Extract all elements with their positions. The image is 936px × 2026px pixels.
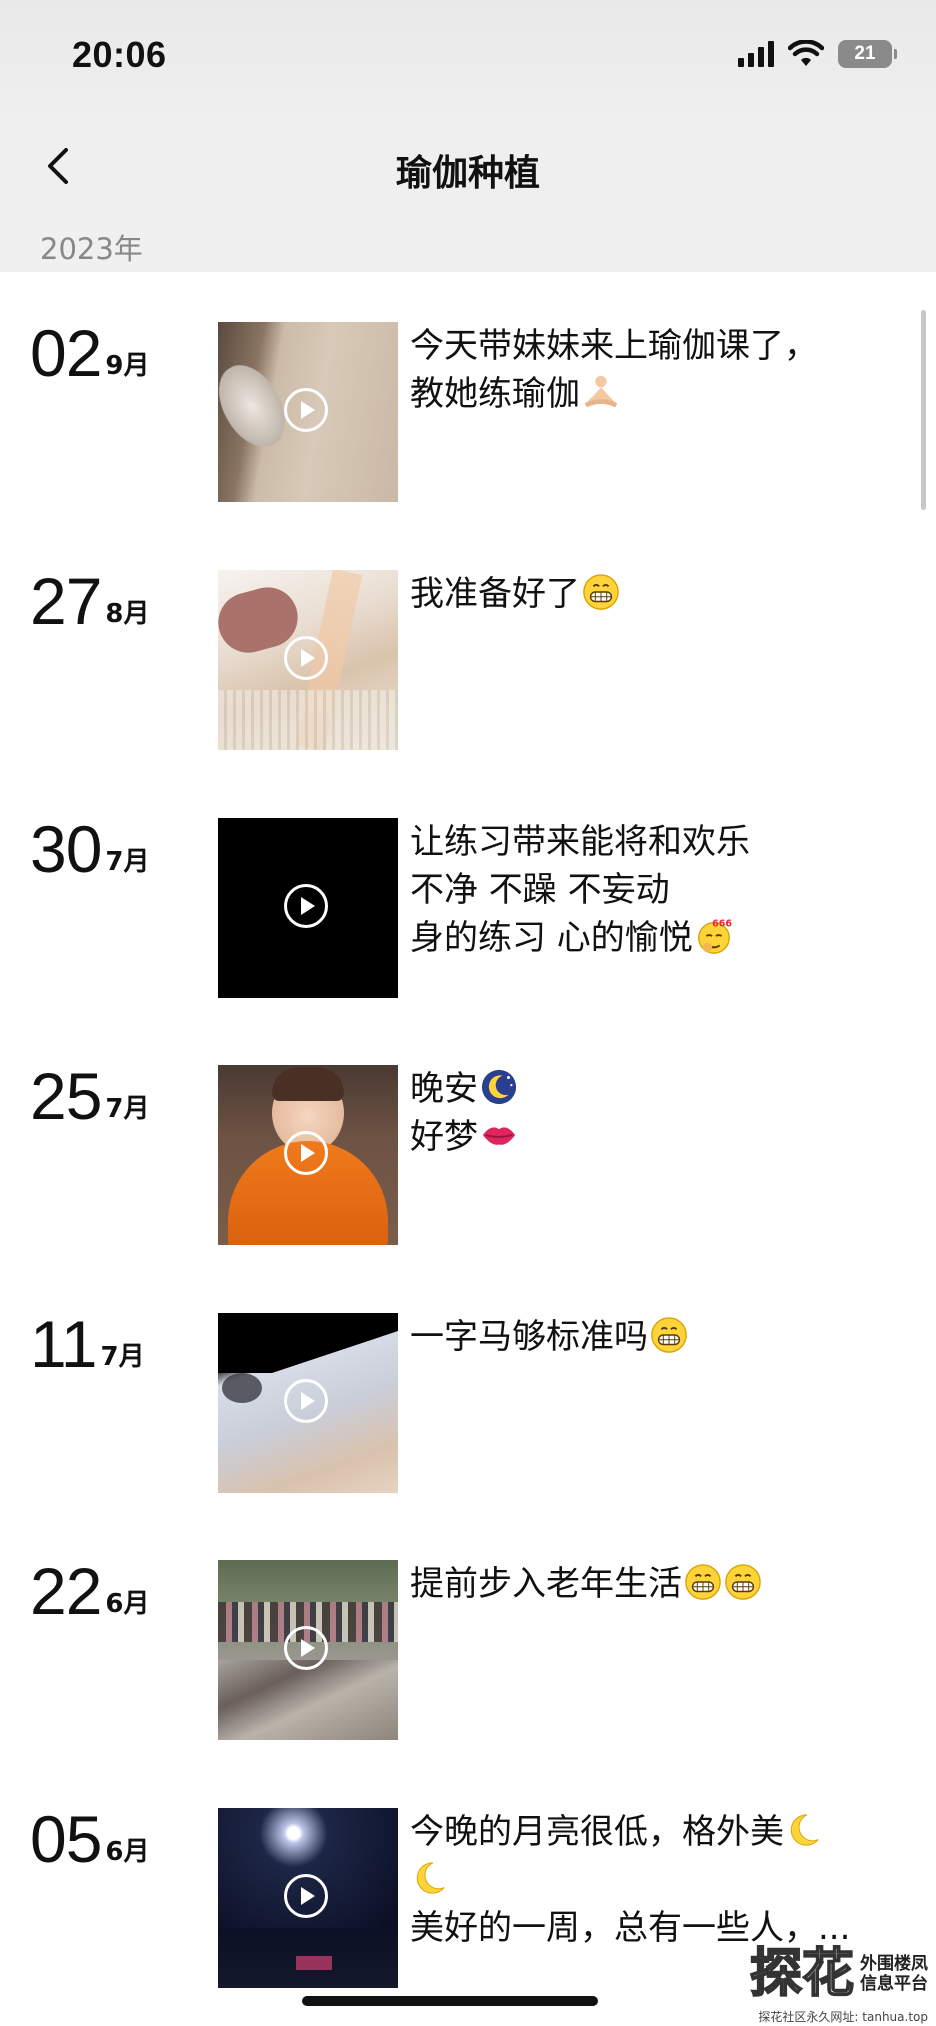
video-thumbnail[interactable] bbox=[218, 570, 398, 750]
caption-line: 让练习带来能将和欢乐 bbox=[410, 822, 750, 862]
video-thumbnail[interactable] bbox=[218, 322, 398, 502]
meditation-emoji bbox=[584, 375, 618, 408]
moon-emoji bbox=[481, 1069, 517, 1105]
post-date: 25 7月 bbox=[30, 1063, 150, 1129]
status-icons: 21 bbox=[738, 40, 897, 68]
watermark-line: 外围楼凤 bbox=[860, 1954, 928, 1974]
year-label: 2023年 bbox=[40, 232, 143, 266]
crescent-moon-emoji bbox=[416, 1862, 445, 1894]
watermark-logo: 探花 bbox=[749, 1944, 855, 2004]
video-thumbnail[interactable] bbox=[218, 818, 398, 998]
caption-line: 提前步入老年生活 bbox=[410, 1564, 682, 1604]
post-date: 02 9月 bbox=[30, 320, 150, 386]
caption-line: 身的练习 心的愉悦 bbox=[410, 918, 693, 958]
play-icon bbox=[284, 1874, 328, 1918]
play-icon bbox=[284, 1379, 328, 1423]
play-icon bbox=[284, 1626, 328, 1670]
post-item[interactable]: 30 7月 让练习带来能将和欢乐 不净 不躁 不妄动 身的练习 心的愉悦 666 bbox=[0, 816, 936, 1018]
post-item[interactable]: 02 9月 今天带妹妹来上瑜伽课了， 教她练瑜伽 bbox=[0, 320, 936, 522]
caption-line: 今晚的月亮很低，格外美 bbox=[410, 1812, 784, 1852]
post-caption: 我准备好了 bbox=[410, 570, 910, 618]
post-date: 11 7月 bbox=[30, 1311, 145, 1377]
crescent-moon-emoji bbox=[790, 1814, 819, 1846]
watermark-line: 信息平台 bbox=[860, 1974, 928, 1994]
post-date: 22 6月 bbox=[30, 1558, 150, 1624]
lips-emoji bbox=[482, 1127, 516, 1145]
post-day: 27 bbox=[30, 564, 102, 638]
grin-emoji bbox=[685, 1564, 721, 1600]
grin-emoji bbox=[651, 1317, 687, 1353]
caption-line: 今天带妹妹来上瑜伽课了， bbox=[410, 326, 818, 366]
play-icon bbox=[284, 636, 328, 680]
caption-line: 一字马够标准吗 bbox=[410, 1317, 648, 1357]
post-day: 05 bbox=[30, 1802, 102, 1876]
post-item[interactable]: 22 6月 提前步入老年生活 bbox=[0, 1558, 936, 1760]
post-day: 30 bbox=[30, 812, 102, 886]
post-day: 25 bbox=[30, 1059, 102, 1133]
status-bar: 20:06 21 bbox=[0, 0, 936, 120]
video-thumbnail[interactable] bbox=[218, 1065, 398, 1245]
play-icon bbox=[284, 1131, 328, 1175]
post-caption: 今晚的月亮很低，格外美 美好的一周，总有一些人，... bbox=[410, 1808, 910, 1952]
post-date: 05 6月 bbox=[30, 1806, 150, 1872]
battery-icon: 21 bbox=[838, 40, 897, 68]
home-indicator[interactable] bbox=[302, 1996, 598, 2006]
post-month: 7月 bbox=[105, 1094, 150, 1124]
page-title: 瑜伽种植 bbox=[395, 153, 540, 194]
wifi-icon bbox=[788, 40, 824, 66]
clock: 20:06 bbox=[72, 34, 167, 75]
post-caption: 晚安 好梦 bbox=[410, 1065, 910, 1161]
watermark: 探花 外围楼凤 信息平台 bbox=[749, 1944, 928, 2004]
post-item[interactable]: 11 7月 一字马够标准吗 bbox=[0, 1311, 936, 1513]
video-thumbnail[interactable] bbox=[218, 1808, 398, 1988]
post-month: 6月 bbox=[105, 1837, 150, 1867]
caption-line: 好梦 bbox=[410, 1117, 478, 1157]
caption-line: 不净 不躁 不妄动 bbox=[410, 870, 670, 910]
signal-icon bbox=[738, 41, 774, 67]
post-date: 27 8月 bbox=[30, 568, 150, 634]
666-emoji: 666 bbox=[697, 919, 732, 954]
post-caption: 让练习带来能将和欢乐 不净 不躁 不妄动 身的练习 心的愉悦 666 bbox=[410, 818, 910, 962]
video-thumbnail[interactable] bbox=[218, 1560, 398, 1740]
caption-line: 我准备好了 bbox=[410, 574, 580, 614]
play-icon bbox=[284, 388, 328, 432]
video-thumbnail[interactable] bbox=[218, 1313, 398, 1493]
grin-emoji bbox=[725, 1564, 761, 1600]
svg-text:666: 666 bbox=[712, 919, 732, 930]
post-month: 9月 bbox=[105, 351, 150, 381]
caption-line: 教她练瑜伽 bbox=[410, 374, 580, 414]
post-day: 02 bbox=[30, 316, 102, 390]
post-month: 8月 bbox=[105, 599, 150, 629]
post-month: 7月 bbox=[100, 1342, 145, 1372]
grin-emoji bbox=[583, 574, 619, 610]
play-icon bbox=[284, 884, 328, 928]
post-caption: 今天带妹妹来上瑜伽课了， 教她练瑜伽 bbox=[410, 322, 910, 418]
post-caption: 一字马够标准吗 bbox=[410, 1313, 910, 1361]
post-day: 22 bbox=[30, 1554, 102, 1628]
post-date: 30 7月 bbox=[30, 816, 150, 882]
post-day: 11 bbox=[30, 1307, 98, 1381]
watermark-text: 外围楼凤 信息平台 bbox=[860, 1954, 928, 1994]
post-item[interactable]: 25 7月 晚安 好梦 bbox=[0, 1063, 936, 1265]
post-month: 7月 bbox=[105, 847, 150, 877]
year-header: 2023年 bbox=[0, 218, 936, 272]
post-item[interactable]: 27 8月 我准备好了 bbox=[0, 568, 936, 770]
caption-line: 晚安 bbox=[410, 1069, 478, 1109]
watermark-url: 探花社区永久网址: tanhua.top bbox=[758, 2010, 928, 2024]
post-caption: 提前步入老年生活 bbox=[410, 1560, 910, 1608]
post-month: 6月 bbox=[105, 1589, 150, 1619]
nav-bar: 瑜伽种植 bbox=[0, 120, 936, 218]
